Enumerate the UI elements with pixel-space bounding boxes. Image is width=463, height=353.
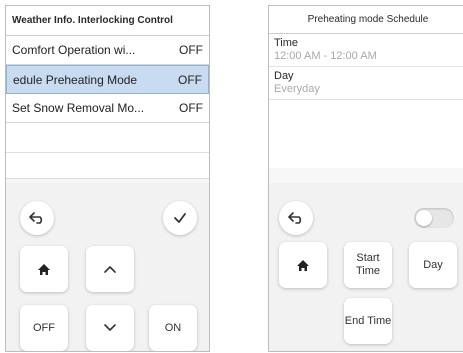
day-button[interactable]: Day <box>409 242 457 288</box>
control-pad: OFF ON <box>6 183 209 351</box>
back-arrow-icon <box>29 212 43 224</box>
status-value: OFF <box>179 101 203 115</box>
status-value: OFF <box>179 43 203 57</box>
back-button[interactable] <box>20 201 54 235</box>
blank-area <box>269 100 463 168</box>
back-button[interactable] <box>279 201 313 235</box>
weather-control-screen: Weather Info. Interlocking Control Comfo… <box>5 5 210 352</box>
check-icon <box>174 213 186 223</box>
chevron-up-icon <box>104 266 116 273</box>
list-item-snow-removal[interactable]: Set Snow Removal Mo... OFF <box>6 94 209 123</box>
control-pad: Start Time Day End Time <box>269 183 463 351</box>
status-value: OFF <box>178 72 202 87</box>
home-icon <box>38 263 50 275</box>
start-time-button[interactable]: Start Time <box>344 242 392 288</box>
list-item-label: Comfort Operation wi... <box>12 43 136 57</box>
on-button[interactable]: ON <box>149 305 197 351</box>
confirm-button[interactable] <box>163 201 197 235</box>
list-item-label: edule Preheating Mode <box>13 72 138 87</box>
up-button[interactable] <box>86 246 134 292</box>
day-value: Everyday <box>274 83 320 95</box>
home-button[interactable] <box>279 242 327 288</box>
toggle-knob <box>416 210 432 226</box>
settings-list: Comfort Operation wi... OFF edule Prehea… <box>6 36 209 179</box>
time-label: Time <box>274 37 299 49</box>
preheating-schedule-screen: Preheating mode Schedule Time 12:00 AM -… <box>268 5 463 352</box>
time-field[interactable]: Time 12:00 AM - 12:00 AM <box>269 34 463 67</box>
home-button[interactable] <box>20 246 68 292</box>
page-title: Weather Info. Interlocking Control <box>6 6 209 36</box>
list-item-comfort-operation[interactable]: Comfort Operation wi... OFF <box>6 36 209 65</box>
time-value: 12:00 AM - 12:00 AM <box>274 50 377 62</box>
chevron-down-icon <box>104 324 116 331</box>
empty-row <box>6 123 209 153</box>
day-field[interactable]: Day Everyday <box>269 67 463 100</box>
home-icon <box>297 259 309 271</box>
page-title: Preheating mode Schedule <box>269 6 463 34</box>
list-item-preheating-mode[interactable]: edule Preheating Mode OFF <box>6 65 209 94</box>
day-label: Day <box>274 70 294 82</box>
down-button[interactable] <box>86 305 134 351</box>
empty-row <box>6 153 209 179</box>
back-arrow-icon <box>288 212 302 224</box>
off-button[interactable]: OFF <box>20 305 68 351</box>
list-item-label: Set Snow Removal Mo... <box>12 101 145 115</box>
schedule-toggle[interactable] <box>414 208 454 228</box>
end-time-button[interactable]: End Time <box>344 298 392 344</box>
